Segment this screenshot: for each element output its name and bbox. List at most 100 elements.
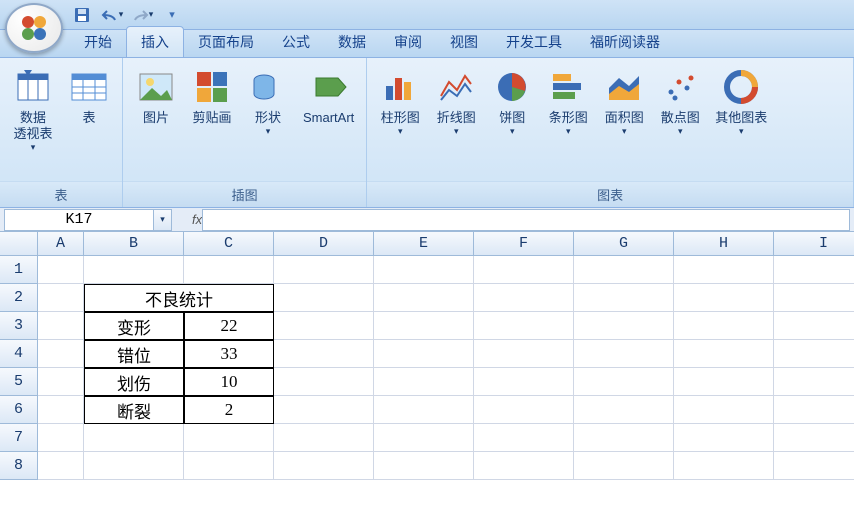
pie-chart-button[interactable]: 饼图▾ [485, 62, 539, 141]
cell-F7[interactable] [474, 424, 574, 452]
cell-A7[interactable] [38, 424, 84, 452]
cell-H3[interactable] [674, 312, 774, 340]
row-header-5[interactable]: 5 [0, 368, 38, 396]
cell-D4[interactable] [274, 340, 374, 368]
cell-D5[interactable] [274, 368, 374, 396]
row-header-2[interactable]: 2 [0, 284, 38, 312]
office-button[interactable] [5, 3, 63, 53]
col-header-H[interactable]: H [674, 232, 774, 256]
col-header-B[interactable]: B [84, 232, 184, 256]
cell-I8[interactable] [774, 452, 854, 480]
cell-A2[interactable] [38, 284, 84, 312]
col-header-E[interactable]: E [374, 232, 474, 256]
col-header-F[interactable]: F [474, 232, 574, 256]
cell-E4[interactable] [374, 340, 474, 368]
cell-B1[interactable] [84, 256, 184, 284]
row-header-1[interactable]: 1 [0, 256, 38, 284]
cell-I2[interactable] [774, 284, 854, 312]
bar-chart-button[interactable]: 条形图▾ [541, 62, 595, 141]
cell-E5[interactable] [374, 368, 474, 396]
column-chart-button[interactable]: 柱形图▾ [373, 62, 427, 141]
tab-layout[interactable]: 页面布局 [184, 27, 268, 57]
tab-foxit[interactable]: 福昕阅读器 [576, 27, 674, 57]
cell-B8[interactable] [84, 452, 184, 480]
cell-H7[interactable] [674, 424, 774, 452]
cell-E8[interactable] [374, 452, 474, 480]
cell-E1[interactable] [374, 256, 474, 284]
cell-G5[interactable] [574, 368, 674, 396]
tab-home[interactable]: 开始 [70, 27, 126, 57]
cell-D2[interactable] [274, 284, 374, 312]
cell-C8[interactable] [184, 452, 274, 480]
cell-A6[interactable] [38, 396, 84, 424]
cells-area[interactable]: 不良统计变形22错位33划伤10断裂2 [38, 256, 854, 480]
cell-F3[interactable] [474, 312, 574, 340]
tab-insert[interactable]: 插入 [126, 26, 184, 57]
cell-G2[interactable] [574, 284, 674, 312]
cell-E3[interactable] [374, 312, 474, 340]
cell-E2[interactable] [374, 284, 474, 312]
cell-I3[interactable] [774, 312, 854, 340]
row-header-3[interactable]: 3 [0, 312, 38, 340]
formula-bar[interactable] [202, 209, 850, 231]
cell-G1[interactable] [574, 256, 674, 284]
cell-G4[interactable] [574, 340, 674, 368]
cell-C6[interactable]: 2 [184, 396, 274, 424]
cell-C4[interactable]: 33 [184, 340, 274, 368]
cell-A1[interactable] [38, 256, 84, 284]
cell-A3[interactable] [38, 312, 84, 340]
tab-review[interactable]: 审阅 [380, 27, 436, 57]
col-header-D[interactable]: D [274, 232, 374, 256]
cell-B7[interactable] [84, 424, 184, 452]
redo-button[interactable]: ▾ [130, 4, 154, 26]
row-header-8[interactable]: 8 [0, 452, 38, 480]
cell-D6[interactable] [274, 396, 374, 424]
tab-formula[interactable]: 公式 [268, 27, 324, 57]
cell-D1[interactable] [274, 256, 374, 284]
cell-I7[interactable] [774, 424, 854, 452]
cell-B2[interactable]: 不良统计 [84, 284, 274, 312]
cell-H6[interactable] [674, 396, 774, 424]
cell-C3[interactable]: 22 [184, 312, 274, 340]
cell-H4[interactable] [674, 340, 774, 368]
col-header-G[interactable]: G [574, 232, 674, 256]
area-chart-button[interactable]: 面积图▾ [597, 62, 651, 141]
cell-D3[interactable] [274, 312, 374, 340]
tab-dev[interactable]: 开发工具 [492, 27, 576, 57]
cell-B3[interactable]: 变形 [84, 312, 184, 340]
cell-F1[interactable] [474, 256, 574, 284]
cell-C5[interactable]: 10 [184, 368, 274, 396]
cell-F2[interactable] [474, 284, 574, 312]
cell-C1[interactable] [184, 256, 274, 284]
row-header-6[interactable]: 6 [0, 396, 38, 424]
cell-I6[interactable] [774, 396, 854, 424]
shapes-button[interactable]: 形状▾ [241, 62, 295, 141]
scatter-chart-button[interactable]: 散点图▾ [653, 62, 707, 141]
cell-F5[interactable] [474, 368, 574, 396]
cell-A4[interactable] [38, 340, 84, 368]
row-header-7[interactable]: 7 [0, 424, 38, 452]
other-chart-button[interactable]: 其他图表▾ [709, 62, 773, 141]
cell-G8[interactable] [574, 452, 674, 480]
cell-D7[interactable] [274, 424, 374, 452]
undo-button[interactable]: ▾ [100, 4, 124, 26]
fx-icon[interactable]: fx [192, 212, 202, 227]
select-all-corner[interactable] [0, 232, 38, 256]
cell-B5[interactable]: 划伤 [84, 368, 184, 396]
cell-F6[interactable] [474, 396, 574, 424]
cell-A5[interactable] [38, 368, 84, 396]
cell-H1[interactable] [674, 256, 774, 284]
name-box[interactable]: K17 [4, 209, 154, 231]
cell-E7[interactable] [374, 424, 474, 452]
tab-data[interactable]: 数据 [324, 27, 380, 57]
pivot-table-button[interactable]: 数据 透视表▾ [6, 62, 60, 157]
cell-F8[interactable] [474, 452, 574, 480]
cell-G3[interactable] [574, 312, 674, 340]
cell-H2[interactable] [674, 284, 774, 312]
cell-A8[interactable] [38, 452, 84, 480]
qat-customize[interactable]: ▾ [160, 4, 184, 26]
cell-I4[interactable] [774, 340, 854, 368]
cell-F4[interactable] [474, 340, 574, 368]
smartart-button[interactable]: SmartArt [297, 62, 360, 130]
clipart-button[interactable]: 剪贴画 [185, 62, 239, 130]
